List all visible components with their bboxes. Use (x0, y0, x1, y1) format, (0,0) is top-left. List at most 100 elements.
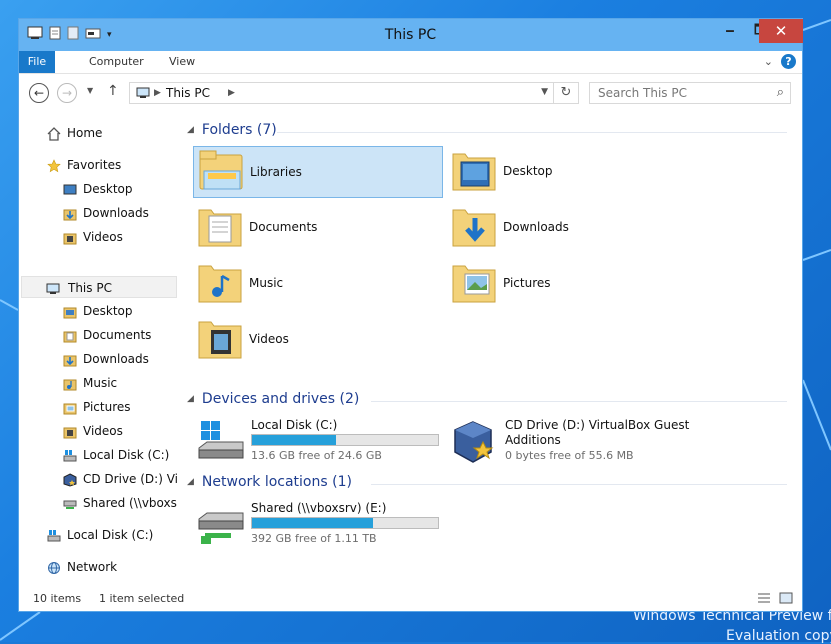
sidebar-item-label: Local Disk (C:) (83, 448, 170, 462)
refresh-button[interactable]: ↻ (553, 83, 578, 103)
close-button[interactable]: ✕ (759, 19, 803, 43)
drive-tile-shared[interactable]: Shared (\\vboxsrv) (E:) 392 GB free of 1… (195, 501, 445, 551)
drive-free-space: 13.6 GB free of 24.6 GB (251, 449, 382, 462)
sidebar-item-network[interactable]: Network (47, 556, 177, 578)
desktop-icon (63, 182, 77, 196)
large-icons-view-icon[interactable] (778, 591, 794, 608)
expand-ribbon-chevron-icon[interactable]: ⌄ (764, 55, 773, 68)
minimize-button[interactable]: 🗕 (715, 19, 745, 43)
back-button[interactable]: ← (29, 83, 49, 103)
sidebar-item-music[interactable]: Music (63, 372, 177, 394)
sidebar-item-local-disk-root[interactable]: Local Disk (C:) (47, 524, 177, 546)
collapse-chevron-icon[interactable]: ◢ (187, 394, 194, 404)
network-drive-icon (63, 496, 77, 510)
title-bar: ▾ This PC 🗕 🗖 ✕ (19, 19, 803, 51)
home-icon (47, 126, 61, 141)
collapse-chevron-icon[interactable]: ◢ (187, 477, 194, 487)
tab-computer[interactable]: Computer (79, 51, 154, 73)
search-icon[interactable]: ⌕ (777, 85, 784, 100)
sidebar-item-label: CD Drive (D:) VirtualBox Guest Additions (83, 472, 177, 486)
sidebar-item-downloads[interactable]: Downloads (63, 348, 177, 370)
drive-icon (47, 528, 61, 542)
sidebar-item-local-disk[interactable]: Local Disk (C:) (63, 444, 177, 466)
desktop-icon (63, 304, 77, 319)
sidebar-item-shared[interactable]: Shared (\\vboxsrv) (E:) (63, 492, 177, 514)
address-bar[interactable]: ▶ This PC ▶ ▼ ↻ (129, 82, 579, 104)
sidebar-item-home[interactable]: Home (47, 122, 177, 144)
drive-name: CD Drive (D:) VirtualBox Guest (505, 418, 690, 432)
pictures-icon (63, 400, 77, 415)
downloads-icon (63, 352, 77, 367)
sidebar-item-favorites[interactable]: Favorites (47, 154, 177, 176)
breadcrumb-this-pc[interactable]: This PC (166, 86, 210, 100)
sidebar-item-label: Documents (83, 328, 152, 342)
libraries-icon (198, 149, 246, 198)
sidebar-item-videos[interactable]: Videos (63, 420, 177, 442)
help-icon[interactable]: ? (781, 54, 796, 69)
address-dropdown-icon[interactable]: ▼ (541, 87, 548, 97)
breadcrumb-chevron-icon[interactable]: ▶ (154, 88, 161, 98)
group-header-devices[interactable]: ◢ Devices and drives (2) (187, 391, 359, 407)
folder-label: Documents (249, 220, 318, 234)
collapse-chevron-icon[interactable]: ◢ (187, 125, 194, 135)
breadcrumb-chevron-icon[interactable]: ▶ (228, 88, 235, 98)
drive-tile-cd-drive[interactable]: CD Drive (D:) VirtualBox Guest Additions… (449, 418, 709, 468)
documents-folder-icon (197, 204, 245, 253)
drive-usage-bar (251, 434, 439, 446)
sidebar-item-label: Downloads (83, 352, 149, 366)
drive-free-space: 392 GB free of 1.11 TB (251, 532, 377, 545)
sidebar-item-cd-drive[interactable]: CD Drive (D:) VirtualBox Guest Additions (63, 468, 177, 490)
computer-icon (136, 87, 150, 102)
folder-tile-downloads[interactable]: Downloads (447, 202, 697, 254)
search-input[interactable]: Search This PC (598, 86, 687, 100)
desktop-folder-icon (451, 148, 499, 197)
sidebar-item-fav-desktop[interactable]: Desktop (63, 178, 177, 200)
documents-icon (63, 328, 77, 343)
drive-icon (63, 448, 77, 462)
up-button[interactable]: ↑ (107, 83, 119, 99)
group-header-label: Network locations (1) (201, 474, 352, 490)
videos-icon (63, 424, 77, 439)
ribbon-right-controls: ⌄ ? (764, 54, 796, 69)
sidebar-item-desktop[interactable]: Desktop (63, 300, 177, 322)
group-header-network[interactable]: ◢ Network locations (1) (187, 474, 352, 490)
folder-tile-videos[interactable]: Videos (193, 314, 443, 366)
tab-view[interactable]: View (159, 51, 205, 73)
tab-file[interactable]: File (19, 51, 55, 73)
folder-label: Desktop (503, 164, 553, 178)
search-box[interactable]: Search This PC ⌕ (589, 82, 791, 104)
group-header-folders[interactable]: ◢ Folders (7) (187, 122, 277, 138)
cd-icon (63, 472, 77, 487)
ribbon-tabs: File Computer View ⌄ ? (19, 51, 802, 74)
folder-tile-libraries[interactable]: Libraries (193, 146, 443, 198)
forward-button[interactable]: → (57, 83, 77, 103)
sidebar-item-pictures[interactable]: Pictures (63, 396, 177, 418)
sidebar-item-label: Desktop (83, 304, 133, 318)
sidebar-item-fav-videos[interactable]: Videos (63, 226, 177, 248)
videos-icon (63, 230, 77, 245)
sidebar-item-label: Videos (83, 424, 123, 438)
recent-locations-button[interactable]: ▼ (87, 86, 93, 95)
group-header-label: Folders (7) (201, 122, 277, 138)
network-drive-icon (197, 503, 245, 550)
music-icon (63, 376, 77, 391)
downloads-icon (63, 206, 77, 221)
drive-name: Local Disk (C:) (251, 418, 338, 432)
drive-tile-local-disk[interactable]: Local Disk (C:) 13.6 GB free of 24.6 GB (195, 418, 445, 468)
sidebar-item-label: Music (83, 376, 118, 390)
sidebar-item-label: Desktop (83, 182, 133, 196)
sidebar-item-label: Pictures (83, 400, 131, 414)
sidebar-item-this-pc[interactable]: This PC (21, 276, 177, 298)
folder-tile-desktop[interactable]: Desktop (447, 146, 697, 198)
virtualbox-cd-icon (451, 420, 499, 467)
hard-drive-icon (197, 420, 245, 467)
folder-tile-documents[interactable]: Documents (193, 202, 443, 254)
status-bar: 10 items 1 item selected (19, 589, 802, 611)
drive-name: Shared (\\vboxsrv) (E:) (251, 501, 387, 515)
sidebar-item-fav-downloads[interactable]: Downloads (63, 202, 177, 224)
content-pane: ◢ Folders (7) Libraries Desktop Documents (179, 112, 802, 584)
folder-tile-pictures[interactable]: Pictures (447, 258, 697, 310)
details-view-icon[interactable] (756, 591, 772, 608)
sidebar-item-documents[interactable]: Documents (63, 324, 177, 346)
folder-tile-music[interactable]: Music (193, 258, 443, 310)
